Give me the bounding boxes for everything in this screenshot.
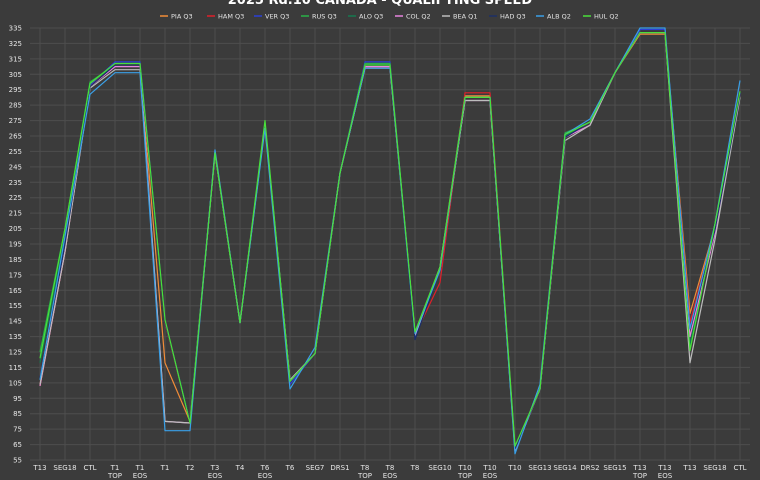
y-tick-label: 175: [9, 271, 22, 279]
y-tick-label: 95: [13, 395, 22, 403]
x-tick-label: T10 TOP: [457, 464, 472, 480]
y-tick-label: 335: [9, 25, 22, 33]
y-tick-label: 325: [9, 40, 22, 48]
grid: [30, 27, 750, 461]
legend-item-label: ALB Q2: [547, 12, 571, 20]
x-tick-label: T1 TOP: [107, 464, 122, 480]
legend-item-label: RUS Q3: [312, 12, 337, 20]
legend-item-label: PIA Q3: [171, 12, 193, 20]
x-tick-label: DRS1: [330, 464, 349, 472]
x-tick-label: T13: [32, 464, 46, 472]
x-tick-label: T1 EOS: [133, 464, 148, 480]
x-tick-label: T13 TOP: [632, 464, 647, 480]
x-tick-label: CTL: [83, 464, 96, 472]
x-tick-label: SEG14: [553, 464, 577, 472]
y-tick-label: 55: [13, 457, 22, 465]
x-tick-label: T8 TOP: [357, 464, 372, 480]
x-tick-label: SEG18: [703, 464, 726, 472]
y-tick-label: 295: [9, 86, 22, 94]
x-axis-ticks: T13 SEG18 CTL T1 TOP T1 EOS T1 T2 T3 EOS T4 T6 EOS T6 S…: [32, 464, 746, 480]
legend-item-label: HAM Q3: [218, 12, 244, 20]
y-tick-label: 275: [9, 117, 22, 125]
y-tick-label: 125: [9, 349, 22, 357]
y-tick-label: 215: [9, 210, 22, 218]
x-tick-label: SEG15: [603, 464, 626, 472]
chart-container: 55 65 75 85 95 105 115 125 135 145 155 165 175 185 195…: [0, 0, 760, 480]
y-tick-label: 105: [9, 379, 22, 387]
chart-title: 2025 Rd.10 CANADA - QUALIFYING SPEED: [228, 0, 533, 8]
y-tick-label: 235: [9, 179, 22, 187]
x-tick-label: T10 EOS: [482, 464, 497, 480]
y-tick-label: 165: [9, 287, 22, 295]
y-tick-label: 315: [9, 55, 22, 63]
x-tick-label: T8 EOS: [383, 464, 398, 480]
legend-item-label: BEA Q1: [453, 12, 477, 20]
x-tick-label: T6: [285, 464, 295, 472]
legend-item-label: HUL Q2: [594, 12, 619, 20]
y-tick-label: 115: [9, 364, 22, 372]
y-tick-label: 225: [9, 194, 22, 202]
x-tick-label: T8: [410, 464, 420, 472]
legend-item-label: ALO Q3: [359, 12, 383, 20]
y-tick-label: 75: [13, 426, 22, 434]
y-tick-label: 65: [13, 441, 22, 449]
x-tick-label: CTL: [733, 464, 746, 472]
y-tick-label: 205: [9, 225, 22, 233]
x-tick-label: SEG10: [428, 464, 451, 472]
y-tick-label: 265: [9, 133, 22, 141]
x-tick-label: T1: [160, 464, 170, 472]
x-tick-label: T13 EOS: [657, 464, 672, 480]
legend-item-label: HAD Q3: [500, 12, 526, 20]
y-tick-label: 135: [9, 333, 22, 341]
x-tick-label: T6 EOS: [258, 464, 273, 480]
y-axis-ticks: 55 65 75 85 95 105 115 125 135 145 155 165 175 185 195…: [9, 25, 22, 465]
y-tick-label: 185: [9, 256, 22, 264]
x-tick-label: SEG18: [53, 464, 76, 472]
y-tick-label: 145: [9, 318, 22, 326]
x-tick-label: DRS2: [580, 464, 599, 472]
y-tick-label: 285: [9, 102, 22, 110]
legend-item-label: COL Q2: [406, 12, 431, 20]
x-tick-label: T2: [185, 464, 195, 472]
y-tick-label: 155: [9, 302, 22, 310]
x-tick-label: T4: [235, 464, 245, 472]
x-tick-label: T3 EOS: [208, 464, 223, 480]
y-tick-label: 85: [13, 410, 22, 418]
legend-item-label: VER Q3: [265, 12, 289, 20]
y-tick-label: 195: [9, 241, 22, 249]
speed-line-chart: 55 65 75 85 95 105 115 125 135 145 155 165 175 185 195…: [9, 0, 750, 480]
y-tick-label: 245: [9, 163, 22, 171]
x-tick-label: T13: [682, 464, 696, 472]
x-tick-label: SEG13: [528, 464, 551, 472]
x-tick-label: T10: [507, 464, 521, 472]
x-tick-label: SEG7: [306, 464, 325, 472]
y-tick-label: 305: [9, 71, 22, 79]
y-tick-label: 255: [9, 148, 22, 156]
legend: PIA Q3 HAM Q3 VER Q3 RUS Q3 ALO Q3 COL Q2 BEA …: [160, 12, 619, 20]
